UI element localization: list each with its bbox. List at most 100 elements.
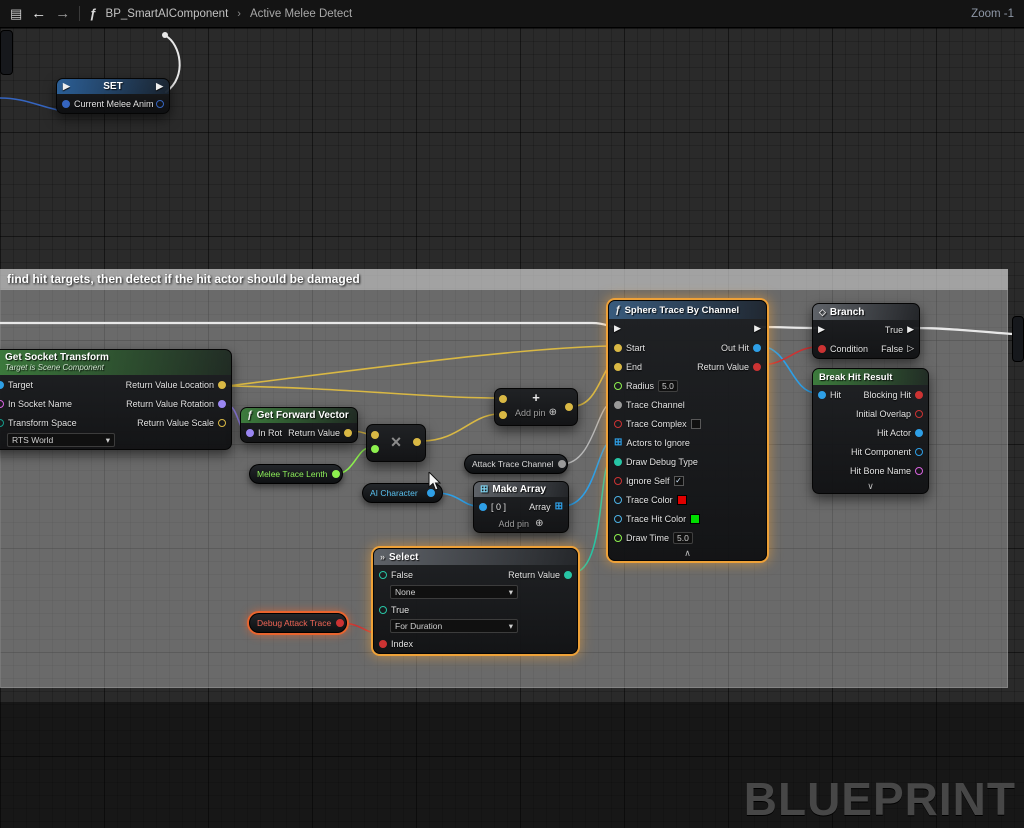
enum-out-pin[interactable] bbox=[558, 460, 566, 468]
back-button[interactable]: ← bbox=[31, 5, 46, 22]
hit-actor-pin[interactable] bbox=[915, 429, 923, 437]
actors-to-ignore-pin[interactable]: ⊞ bbox=[614, 438, 622, 448]
var-debug-attack-trace[interactable]: Debug Attack Trace bbox=[249, 613, 347, 633]
return-location-pin[interactable] bbox=[218, 381, 226, 389]
true-option-pin[interactable] bbox=[379, 606, 387, 614]
trace-channel-pin[interactable] bbox=[614, 401, 622, 409]
pin-label: Hit bbox=[830, 390, 841, 400]
node-add[interactable]: + Add pin ⊕ bbox=[494, 388, 578, 426]
expand-chevron-icon[interactable]: ∨ bbox=[867, 481, 874, 492]
breadcrumb-current[interactable]: Active Melee Detect bbox=[250, 8, 352, 20]
node-multiply[interactable]: × bbox=[366, 424, 426, 462]
collapse-chevron-icon[interactable]: ∧ bbox=[684, 548, 691, 559]
pin-label: Draw Debug Type bbox=[626, 457, 698, 467]
false-option-pin[interactable] bbox=[379, 571, 387, 579]
check-icon: ✓ bbox=[675, 476, 682, 485]
anim-output-pin[interactable] bbox=[156, 100, 164, 108]
var-attack-trace-channel[interactable]: Attack Trace Channel bbox=[464, 454, 568, 474]
hit-bone-name-pin[interactable] bbox=[915, 467, 923, 475]
radius-pin[interactable] bbox=[614, 382, 622, 390]
blocking-hit-pin[interactable] bbox=[915, 391, 923, 399]
add-pin-icon[interactable]: ⊕ bbox=[549, 408, 557, 418]
node-branch[interactable]: ◇ Branch ▶ True ▶ Condition False ▷ bbox=[812, 303, 920, 359]
true-exec-pin[interactable]: ▶ bbox=[907, 325, 914, 334]
anim-input-pin[interactable] bbox=[62, 100, 70, 108]
window-icon[interactable]: ▤ bbox=[10, 7, 22, 20]
ignore-self-pin[interactable] bbox=[614, 477, 622, 485]
return-scale-pin[interactable] bbox=[218, 419, 226, 427]
variable-label: Attack Trace Channel bbox=[472, 459, 553, 469]
comment-title-bar[interactable]: find hit targets, then detect if the hit… bbox=[0, 269, 1008, 290]
node-get-socket-transform[interactable]: Get Socket Transform Target is Scene Com… bbox=[0, 349, 232, 450]
pin-label: Target bbox=[8, 380, 33, 390]
hit-component-pin[interactable] bbox=[915, 448, 923, 456]
return-rotation-pin[interactable] bbox=[218, 400, 226, 408]
pin-label: End bbox=[626, 362, 642, 372]
socket-name-pin[interactable] bbox=[0, 400, 4, 408]
add-pin-icon[interactable]: ⊕ bbox=[535, 519, 543, 529]
node-break-hit-result[interactable]: Break Hit Result Hit Blocking Hit Initia… bbox=[812, 368, 929, 494]
pin-label: Index bbox=[391, 639, 413, 649]
pin-label: Trace Complex bbox=[626, 419, 687, 429]
exec-out-pin[interactable]: ▶ bbox=[754, 324, 761, 333]
trace-color-pin[interactable] bbox=[614, 496, 622, 504]
node-make-array[interactable]: ⊞ Make Array [ 0 ] Array ⊞ Add pin ⊕ bbox=[473, 481, 569, 533]
function-icon: ƒ bbox=[615, 305, 621, 316]
forward-button[interactable]: → bbox=[55, 5, 70, 22]
var-melee-trace-lenth[interactable]: Melee Trace Lenth bbox=[249, 464, 343, 484]
element-0-pin[interactable] bbox=[479, 503, 487, 511]
draw-time-value-input[interactable]: 5.0 bbox=[673, 532, 693, 544]
node-set-current-melee-anim[interactable]: ▶ SET ▶ Current Melee Anim bbox=[56, 78, 170, 114]
pin-label: Draw Time bbox=[626, 533, 669, 543]
node-offscreen-left[interactable] bbox=[0, 30, 13, 75]
chevron-down-icon: ▾ bbox=[509, 621, 513, 632]
transform-space-pin[interactable] bbox=[0, 419, 4, 427]
array-out-pin[interactable]: ⊞ bbox=[555, 502, 563, 512]
trace-color-swatch[interactable] bbox=[677, 495, 687, 505]
add-pin-label[interactable]: Add pin bbox=[515, 408, 546, 418]
add-pin-label[interactable]: Add pin bbox=[499, 519, 530, 529]
out-hit-pin[interactable] bbox=[753, 344, 761, 352]
node-header: Break Hit Result bbox=[813, 369, 928, 385]
radius-value-input[interactable]: 5.0 bbox=[658, 380, 678, 392]
trace-hit-color-swatch[interactable] bbox=[690, 514, 700, 524]
array-icon: ⊞ bbox=[480, 485, 488, 495]
end-pin[interactable] bbox=[614, 363, 622, 371]
true-value-dropdown[interactable]: For Duration ▾ bbox=[390, 619, 518, 633]
node-sphere-trace-by-channel[interactable]: ƒ Sphere Trace By Channel ▶ ▶ Start Out … bbox=[608, 300, 767, 561]
node-title: Break Hit Result bbox=[819, 372, 892, 383]
hit-pin[interactable] bbox=[818, 391, 826, 399]
target-pin[interactable] bbox=[0, 381, 4, 389]
trace-complex-pin[interactable] bbox=[614, 420, 622, 428]
false-exec-pin[interactable]: ▷ bbox=[907, 344, 914, 353]
breadcrumb-root[interactable]: BP_SmartAIComponent bbox=[106, 8, 229, 20]
node-offscreen-right[interactable] bbox=[1012, 316, 1024, 362]
float-out-pin[interactable] bbox=[332, 470, 340, 478]
in-rot-pin[interactable] bbox=[246, 429, 254, 437]
trace-hit-color-pin[interactable] bbox=[614, 515, 622, 523]
draw-time-pin[interactable] bbox=[614, 534, 622, 542]
return-value-pin[interactable] bbox=[753, 363, 761, 371]
exec-in-pin[interactable]: ▶ bbox=[818, 325, 825, 334]
return-value-pin[interactable] bbox=[344, 429, 352, 437]
index-pin[interactable] bbox=[379, 640, 387, 648]
node-header: ƒ Get Forward Vector bbox=[241, 408, 357, 423]
exec-in-pin[interactable]: ▶ bbox=[614, 324, 621, 333]
initial-overlap-pin[interactable] bbox=[915, 410, 923, 418]
draw-debug-type-pin[interactable] bbox=[614, 458, 622, 466]
function-icon: ƒ bbox=[89, 6, 96, 21]
exec-out-pin[interactable]: ▶ bbox=[156, 82, 163, 91]
condition-pin[interactable] bbox=[818, 345, 826, 353]
exec-in-pin[interactable]: ▶ bbox=[63, 82, 70, 91]
node-get-forward-vector[interactable]: ƒ Get Forward Vector In Rot Return Value bbox=[240, 407, 358, 443]
node-title: Get Socket Transform bbox=[5, 352, 109, 363]
false-value-dropdown[interactable]: None ▾ bbox=[390, 585, 518, 599]
transform-space-dropdown[interactable]: RTS World ▾ bbox=[7, 433, 115, 447]
bool-out-pin[interactable] bbox=[336, 619, 344, 627]
ignore-self-checkbox[interactable]: ✓ bbox=[674, 476, 684, 486]
node-select[interactable]: » Select False Return Value None ▾ True … bbox=[373, 548, 578, 654]
start-pin[interactable] bbox=[614, 344, 622, 352]
pin-label: In Socket Name bbox=[8, 399, 72, 409]
trace-complex-checkbox[interactable] bbox=[691, 419, 701, 429]
return-value-pin[interactable] bbox=[564, 571, 572, 579]
